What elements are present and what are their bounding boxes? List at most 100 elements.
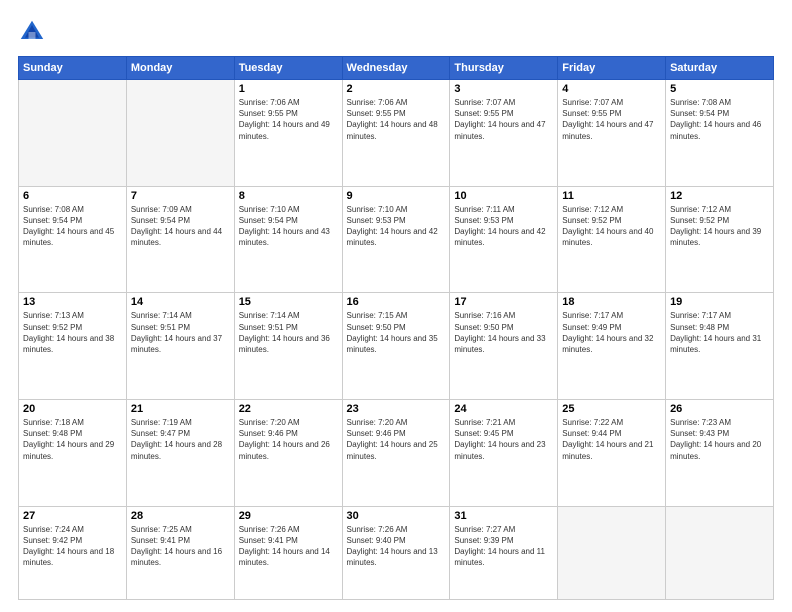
calendar-cell: 12 Sunrise: 7:12 AM Sunset: 9:52 PM Dayli… <box>666 186 774 293</box>
calendar-cell: 1 Sunrise: 7:06 AM Sunset: 9:55 PM Daylig… <box>234 80 342 187</box>
cell-info: Sunrise: 7:06 AM Sunset: 9:55 PM Dayligh… <box>239 97 338 142</box>
logo <box>18 18 50 46</box>
calendar-cell: 4Sunrise: 7:07 AM Sunset: 9:55 PM Daylig… <box>558 80 666 187</box>
calendar-cell: 15 Sunrise: 7:14 AM Sunset: 9:51 PM Dayli… <box>234 293 342 400</box>
calendar-cell: 14Sunrise: 7:14 AM Sunset: 9:51 PM Dayli… <box>126 293 234 400</box>
day-number: 13 <box>23 296 122 308</box>
header <box>18 18 774 46</box>
day-number: 12 <box>670 190 769 202</box>
calendar-cell <box>558 506 666 599</box>
weekday-header: Friday <box>558 57 666 80</box>
cell-info: Sunrise: 7:27 AM Sunset: 9:39 PM Dayligh… <box>454 524 553 569</box>
calendar-cell: 25 Sunrise: 7:22 AM Sunset: 9:44 PM Dayli… <box>558 399 666 506</box>
calendar-cell: 31 Sunrise: 7:27 AM Sunset: 9:39 PM Dayli… <box>450 506 558 599</box>
calendar-week-row: 1 Sunrise: 7:06 AM Sunset: 9:55 PM Daylig… <box>19 80 774 187</box>
cell-info: Sunrise: 7:13 AM Sunset: 9:52 PM Dayligh… <box>23 310 122 355</box>
cell-info: Sunrise: 7:07 AM Sunset: 9:55 PM Dayligh… <box>454 97 553 142</box>
calendar-cell: 20 Sunrise: 7:18 AM Sunset: 9:48 PM Dayli… <box>19 399 127 506</box>
calendar-cell: 10Sunrise: 7:11 AM Sunset: 9:53 PM Dayli… <box>450 186 558 293</box>
calendar-cell: 29Sunrise: 7:26 AM Sunset: 9:41 PM Dayli… <box>234 506 342 599</box>
logo-icon <box>18 18 46 46</box>
calendar-week-row: 27Sunrise: 7:24 AM Sunset: 9:42 PM Dayli… <box>19 506 774 599</box>
calendar-cell <box>666 506 774 599</box>
calendar-cell: 7 Sunrise: 7:09 AM Sunset: 9:54 PM Daylig… <box>126 186 234 293</box>
cell-info: Sunrise: 7:09 AM Sunset: 9:54 PM Dayligh… <box>131 204 230 249</box>
weekday-header: Sunday <box>19 57 127 80</box>
cell-info: Sunrise: 7:08 AM Sunset: 9:54 PM Dayligh… <box>23 204 122 249</box>
calendar-cell: 22 Sunrise: 7:20 AM Sunset: 9:46 PM Dayli… <box>234 399 342 506</box>
cell-info: Sunrise: 7:10 AM Sunset: 9:54 PM Dayligh… <box>239 204 338 249</box>
day-number: 17 <box>454 296 553 308</box>
calendar-week-row: 20 Sunrise: 7:18 AM Sunset: 9:48 PM Dayli… <box>19 399 774 506</box>
day-number: 3 <box>454 83 553 95</box>
day-number: 20 <box>23 403 122 415</box>
cell-info: Sunrise: 7:25 AM Sunset: 9:41 PM Dayligh… <box>131 524 230 569</box>
calendar-cell: 8 Sunrise: 7:10 AM Sunset: 9:54 PM Daylig… <box>234 186 342 293</box>
day-number: 5 <box>670 83 769 95</box>
day-number: 30 <box>347 510 446 522</box>
calendar-cell: 6 Sunrise: 7:08 AM Sunset: 9:54 PM Daylig… <box>19 186 127 293</box>
day-number: 6 <box>23 190 122 202</box>
page: SundayMondayTuesdayWednesdayThursdayFrid… <box>0 0 792 612</box>
calendar-cell: 27Sunrise: 7:24 AM Sunset: 9:42 PM Dayli… <box>19 506 127 599</box>
cell-info: Sunrise: 7:20 AM Sunset: 9:46 PM Dayligh… <box>347 417 446 462</box>
calendar-cell: 24 Sunrise: 7:21 AM Sunset: 9:45 PM Dayli… <box>450 399 558 506</box>
calendar-header: SundayMondayTuesdayWednesdayThursdayFrid… <box>19 57 774 80</box>
cell-info: Sunrise: 7:26 AM Sunset: 9:41 PM Dayligh… <box>239 524 338 569</box>
calendar-week-row: 13 Sunrise: 7:13 AM Sunset: 9:52 PM Dayli… <box>19 293 774 400</box>
day-number: 22 <box>239 403 338 415</box>
day-number: 19 <box>670 296 769 308</box>
cell-info: Sunrise: 7:16 AM Sunset: 9:50 PM Dayligh… <box>454 310 553 355</box>
day-number: 16 <box>347 296 446 308</box>
calendar-cell: 30 Sunrise: 7:26 AM Sunset: 9:40 PM Dayli… <box>342 506 450 599</box>
day-number: 27 <box>23 510 122 522</box>
day-number: 10 <box>454 190 553 202</box>
cell-info: Sunrise: 7:12 AM Sunset: 9:52 PM Dayligh… <box>562 204 661 249</box>
day-number: 1 <box>239 83 338 95</box>
calendar-week-row: 6 Sunrise: 7:08 AM Sunset: 9:54 PM Daylig… <box>19 186 774 293</box>
calendar-cell: 13 Sunrise: 7:13 AM Sunset: 9:52 PM Dayli… <box>19 293 127 400</box>
cell-info: Sunrise: 7:12 AM Sunset: 9:52 PM Dayligh… <box>670 204 769 249</box>
calendar-cell: 19Sunrise: 7:17 AM Sunset: 9:48 PM Dayli… <box>666 293 774 400</box>
cell-info: Sunrise: 7:21 AM Sunset: 9:45 PM Dayligh… <box>454 417 553 462</box>
day-number: 24 <box>454 403 553 415</box>
calendar-body: 1 Sunrise: 7:06 AM Sunset: 9:55 PM Daylig… <box>19 80 774 600</box>
calendar-cell: 21 Sunrise: 7:19 AM Sunset: 9:47 PM Dayli… <box>126 399 234 506</box>
cell-info: Sunrise: 7:19 AM Sunset: 9:47 PM Dayligh… <box>131 417 230 462</box>
cell-info: Sunrise: 7:17 AM Sunset: 9:49 PM Dayligh… <box>562 310 661 355</box>
calendar-cell <box>126 80 234 187</box>
day-number: 15 <box>239 296 338 308</box>
cell-info: Sunrise: 7:06 AM Sunset: 9:55 PM Dayligh… <box>347 97 446 142</box>
day-number: 23 <box>347 403 446 415</box>
cell-info: Sunrise: 7:26 AM Sunset: 9:40 PM Dayligh… <box>347 524 446 569</box>
calendar-cell: 18 Sunrise: 7:17 AM Sunset: 9:49 PM Dayli… <box>558 293 666 400</box>
weekday-header: Wednesday <box>342 57 450 80</box>
weekday-header: Tuesday <box>234 57 342 80</box>
calendar-cell: 26 Sunrise: 7:23 AM Sunset: 9:43 PM Dayli… <box>666 399 774 506</box>
day-number: 9 <box>347 190 446 202</box>
calendar-cell: 5Sunrise: 7:08 AM Sunset: 9:54 PM Daylig… <box>666 80 774 187</box>
day-number: 11 <box>562 190 661 202</box>
day-number: 7 <box>131 190 230 202</box>
calendar-cell: 3 Sunrise: 7:07 AM Sunset: 9:55 PM Daylig… <box>450 80 558 187</box>
cell-info: Sunrise: 7:20 AM Sunset: 9:46 PM Dayligh… <box>239 417 338 462</box>
header-row: SundayMondayTuesdayWednesdayThursdayFrid… <box>19 57 774 80</box>
day-number: 8 <box>239 190 338 202</box>
calendar-cell <box>19 80 127 187</box>
day-number: 18 <box>562 296 661 308</box>
weekday-header: Saturday <box>666 57 774 80</box>
cell-info: Sunrise: 7:18 AM Sunset: 9:48 PM Dayligh… <box>23 417 122 462</box>
cell-info: Sunrise: 7:15 AM Sunset: 9:50 PM Dayligh… <box>347 310 446 355</box>
day-number: 21 <box>131 403 230 415</box>
calendar-cell: 17 Sunrise: 7:16 AM Sunset: 9:50 PM Dayli… <box>450 293 558 400</box>
day-number: 31 <box>454 510 553 522</box>
calendar-cell: 9Sunrise: 7:10 AM Sunset: 9:53 PM Daylig… <box>342 186 450 293</box>
weekday-header: Monday <box>126 57 234 80</box>
calendar-cell: 16 Sunrise: 7:15 AM Sunset: 9:50 PM Dayli… <box>342 293 450 400</box>
cell-info: Sunrise: 7:22 AM Sunset: 9:44 PM Dayligh… <box>562 417 661 462</box>
day-number: 25 <box>562 403 661 415</box>
cell-info: Sunrise: 7:23 AM Sunset: 9:43 PM Dayligh… <box>670 417 769 462</box>
cell-info: Sunrise: 7:14 AM Sunset: 9:51 PM Dayligh… <box>239 310 338 355</box>
day-number: 26 <box>670 403 769 415</box>
calendar-cell: 11 Sunrise: 7:12 AM Sunset: 9:52 PM Dayli… <box>558 186 666 293</box>
